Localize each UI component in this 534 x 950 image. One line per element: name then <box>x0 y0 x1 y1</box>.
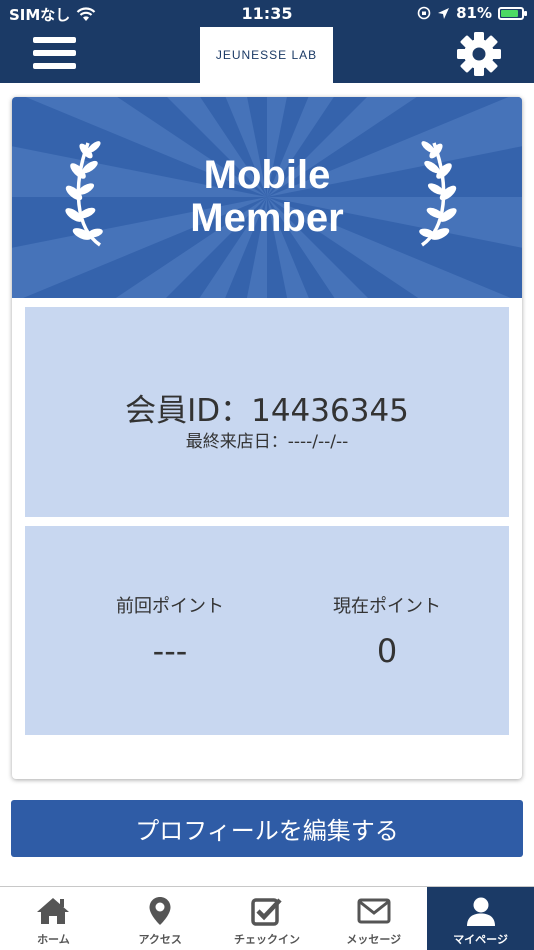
laurel-right-icon <box>419 141 457 247</box>
user-icon <box>466 897 495 926</box>
menu-button[interactable] <box>33 37 76 73</box>
member-id-panel: 会員ID：14436345 最終来店日：----/--/-- <box>25 307 509 517</box>
tab-access-label: アクセス <box>138 933 182 946</box>
current-points: 現在ポイント 0 <box>287 592 487 670</box>
app-screen: SIMなし 11:35 81% JEUNESSE LAB Mobile Memb… <box>0 0 534 950</box>
checkin-icon <box>251 898 282 926</box>
member-banner: Mobile Member <box>12 97 522 298</box>
tab-checkin-label: チェックイン <box>233 933 300 946</box>
previous-points-value: --- <box>152 632 188 670</box>
tab-message-label: メッセージ <box>346 933 402 946</box>
battery-icon <box>498 6 527 20</box>
orientation-lock-icon <box>417 6 431 20</box>
last-visit-date: 最終来店日：----/--/-- <box>185 432 349 452</box>
tab-message[interactable]: メッセージ <box>320 887 427 950</box>
app-header: SIMなし 11:35 81% JEUNESSE LAB <box>0 0 534 83</box>
battery-percent: 81% <box>456 4 492 22</box>
previous-points-label: 前回ポイント <box>116 596 224 617</box>
member-id: 会員ID：14436345 <box>125 393 409 429</box>
tab-access[interactable]: アクセス <box>107 887 214 950</box>
settings-button[interactable] <box>456 31 502 77</box>
envelope-icon <box>357 898 391 924</box>
edit-profile-button[interactable]: プロフィールを編集する <box>11 800 523 857</box>
location-icon <box>438 7 450 19</box>
tab-home[interactable]: ホーム <box>0 887 107 950</box>
tab-checkin[interactable]: チェックイン <box>214 887 321 950</box>
points-panel: 前回ポイント --- 現在ポイント 0 <box>25 526 509 735</box>
current-points-label: 現在ポイント <box>333 596 441 617</box>
member-card: Mobile Member 会員ID：14436345 最終来店日：----/-… <box>12 97 522 779</box>
gear-icon <box>457 32 501 76</box>
current-points-value: 0 <box>376 632 398 670</box>
tab-mypage-label: マイページ <box>453 933 508 946</box>
home-icon <box>37 898 70 924</box>
tab-mypage[interactable]: マイページ <box>427 887 534 950</box>
map-pin-icon <box>149 897 171 925</box>
logo-text: JEUNESSE LAB <box>215 48 318 62</box>
status-bar: SIMなし 11:35 81% <box>0 0 534 28</box>
tab-home-label: ホーム <box>37 933 70 946</box>
brand-logo: JEUNESSE LAB <box>200 27 333 83</box>
tab-bar: ホーム アクセス チェックイン メッセージ マイページ <box>0 886 534 950</box>
previous-points: 前回ポイント --- <box>70 592 270 670</box>
